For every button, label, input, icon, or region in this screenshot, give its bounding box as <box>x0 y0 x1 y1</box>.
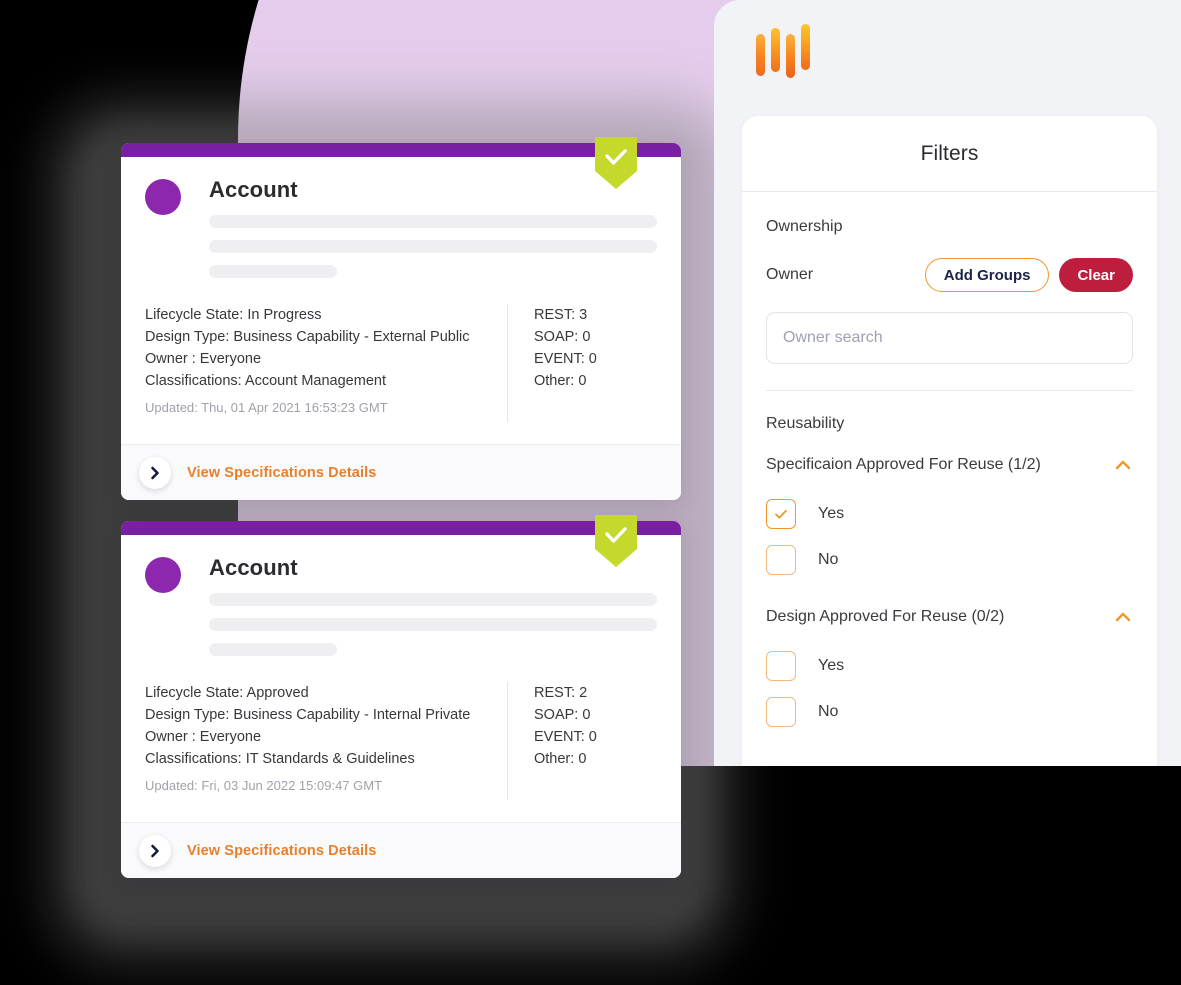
card-title: Account <box>209 555 298 580</box>
card-body: Account Lifecycle State: Approved Design… <box>121 535 681 878</box>
filters-panel: Filters Ownership Owner Add Groups Clear… <box>714 0 1181 766</box>
filter-group-title: Specificaion Approved For Reuse (1/2) <box>766 456 1041 473</box>
filters-card: Filters Ownership Owner Add Groups Clear… <box>742 116 1157 766</box>
updated-timestamp: Updated: Thu, 01 Apr 2021 16:53:23 GMT <box>145 400 388 415</box>
skeleton-line <box>209 593 657 606</box>
design-type: Design Type: Business Capability - Inter… <box>145 707 471 723</box>
card-footer: View Specifications Details <box>121 444 681 500</box>
screenshot-stage: Account Lifecycle State: In Progress Des… <box>0 0 1181 985</box>
chevron-right-icon[interactable] <box>139 834 171 867</box>
owner-label: Owner <box>766 266 814 283</box>
skeleton-line <box>209 215 657 228</box>
clear-button[interactable]: Clear <box>1059 258 1133 292</box>
filter-group-header-design-approved-for-reuse[interactable]: Design Approved For Reuse (0/2) <box>766 607 1133 627</box>
chevron-right-icon[interactable] <box>139 456 171 489</box>
chevron-up-icon[interactable] <box>1113 455 1133 475</box>
specification-card[interactable]: Account Lifecycle State: Approved Design… <box>121 515 681 878</box>
checkbox-unchecked[interactable] <box>766 651 796 681</box>
orange-bars-logo-icon <box>754 22 814 78</box>
view-specifications-details-link[interactable]: View Specifications Details <box>187 465 376 481</box>
checkbox-checked[interactable] <box>766 499 796 529</box>
filter-option[interactable]: No <box>766 689 1133 735</box>
card-footer: View Specifications Details <box>121 822 681 878</box>
filter-group-title: Design Approved For Reuse (0/2) <box>766 608 1005 625</box>
owner-search-input[interactable] <box>766 312 1133 364</box>
card-metadata: Lifecycle State: Approved Design Type: B… <box>121 656 681 800</box>
view-specifications-details-link[interactable]: View Specifications Details <box>187 843 376 859</box>
avatar <box>145 557 181 593</box>
card-header: Account <box>121 555 681 656</box>
checkbox-unchecked[interactable] <box>766 697 796 727</box>
card-metadata: Lifecycle State: In Progress Design Type… <box>121 278 681 422</box>
chevron-up-icon[interactable] <box>1113 607 1133 627</box>
classifications: Classifications: Account Management <box>145 373 386 389</box>
filter-option-label: Yes <box>818 505 845 522</box>
reusability-section-label: Reusability <box>766 415 845 432</box>
count-rest: REST: 2 <box>534 685 588 701</box>
count-other: Other: 0 <box>534 373 587 389</box>
skeleton-line <box>209 618 657 631</box>
ownership-section-label: Ownership <box>766 218 843 235</box>
owner: Owner : Everyone <box>145 351 262 367</box>
add-groups-button[interactable]: Add Groups <box>924 258 1050 292</box>
skeleton-line <box>209 265 337 278</box>
filter-option[interactable]: No <box>766 537 1133 583</box>
approved-check-badge-icon <box>595 137 637 189</box>
count-event: EVENT: 0 <box>534 351 597 367</box>
filters-header: Filters <box>742 116 1157 192</box>
filter-option-label: No <box>818 551 839 568</box>
card-title: Account <box>209 177 298 202</box>
owner: Owner : Everyone <box>145 729 262 745</box>
skeleton-line <box>209 240 657 253</box>
filters-title: Filters <box>920 141 979 165</box>
filters-body: Ownership Owner Add Groups Clear Reusabi… <box>742 192 1157 735</box>
count-soap: SOAP: 0 <box>534 329 591 345</box>
count-rest: REST: 3 <box>534 307 588 323</box>
filter-option-label: Yes <box>818 657 845 674</box>
specification-card[interactable]: Account Lifecycle State: In Progress Des… <box>121 137 681 500</box>
avatar <box>145 179 181 215</box>
skeleton-line <box>209 643 337 656</box>
updated-timestamp: Updated: Fri, 03 Jun 2022 15:09:47 GMT <box>145 778 383 793</box>
filter-option[interactable]: Yes <box>766 643 1133 689</box>
card-header: Account <box>121 177 681 278</box>
count-other: Other: 0 <box>534 751 587 767</box>
classifications: Classifications: IT Standards & Guidelin… <box>145 751 415 767</box>
filter-option-label: No <box>818 703 839 720</box>
divider <box>766 390 1133 391</box>
lifecycle-state: Lifecycle State: In Progress <box>145 307 322 323</box>
owner-row: Owner Add Groups Clear <box>766 258 1133 292</box>
approved-check-badge-icon <box>595 515 637 567</box>
count-event: EVENT: 0 <box>534 729 597 745</box>
filter-group: Specificaion Approved For Reuse (1/2) Ye… <box>766 455 1133 583</box>
design-type: Design Type: Business Capability - Exter… <box>145 329 470 345</box>
filter-option[interactable]: Yes <box>766 491 1133 537</box>
lifecycle-state: Lifecycle State: Approved <box>145 685 309 701</box>
card-body: Account Lifecycle State: In Progress Des… <box>121 157 681 500</box>
filter-group: Design Approved For Reuse (0/2) Yes No <box>766 607 1133 735</box>
checkbox-unchecked[interactable] <box>766 545 796 575</box>
count-soap: SOAP: 0 <box>534 707 591 723</box>
filter-group-header-specification-approved-for-reuse[interactable]: Specificaion Approved For Reuse (1/2) <box>766 455 1133 475</box>
